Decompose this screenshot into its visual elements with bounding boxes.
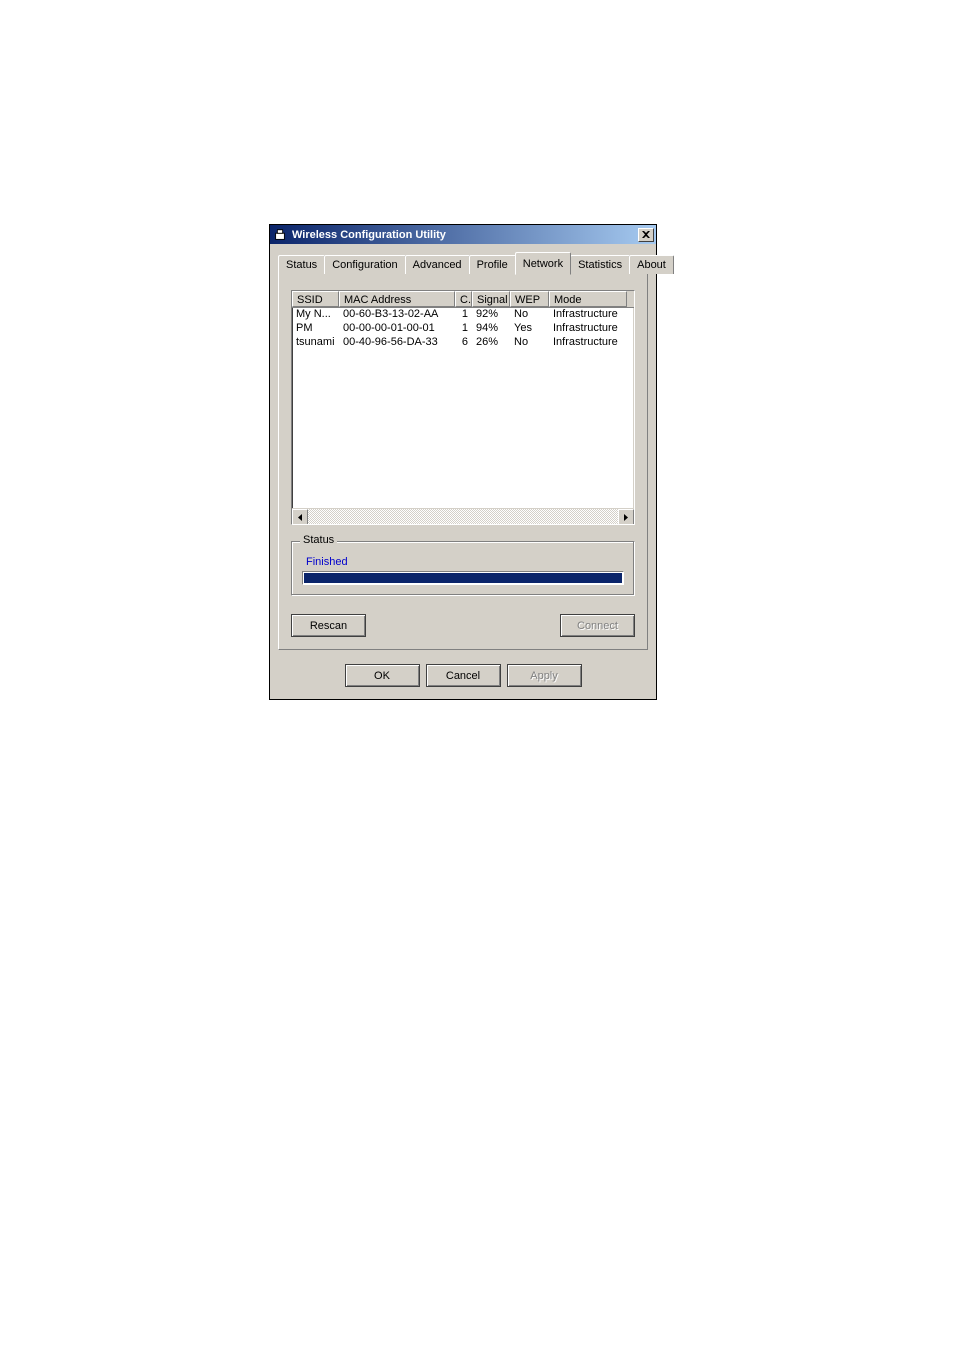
table-row[interactable]: PM 00-00-00-01-00-01 1 94% Yes Infrastru… <box>292 322 634 336</box>
tab-about[interactable]: About <box>629 255 674 274</box>
rescan-button[interactable]: Rescan <box>291 614 366 637</box>
close-button[interactable] <box>638 228 654 242</box>
wireless-config-dialog: Wireless Configuration Utility Status Co… <box>269 224 657 700</box>
listview-body: My N... 00-60-B3-13-02-AA 1 92% No Infra… <box>292 308 634 350</box>
tabstrip: Status Configuration Advanced Profile Ne… <box>278 252 648 274</box>
cell-ssid: PM <box>292 322 339 336</box>
cell-ssid: tsunami <box>292 336 339 350</box>
cell-wep: No <box>510 336 549 350</box>
listview-header: SSID MAC Address C. Signal WEP Mode <box>292 291 634 308</box>
cell-mac: 00-60-B3-13-02-AA <box>339 308 455 322</box>
tab-panel-network: SSID MAC Address C. Signal WEP Mode My N… <box>278 273 648 650</box>
cell-mac: 00-40-96-56-DA-33 <box>339 336 455 350</box>
column-header-ssid[interactable]: SSID <box>292 291 339 307</box>
column-header-signal[interactable]: Signal <box>472 291 510 307</box>
table-row[interactable]: My N... 00-60-B3-13-02-AA 1 92% No Infra… <box>292 308 634 322</box>
dialog-button-row: OK Cancel Apply <box>278 654 648 689</box>
connect-button[interactable]: Connect <box>560 614 635 637</box>
cell-c: 6 <box>455 336 472 350</box>
tab-advanced[interactable]: Advanced <box>405 255 470 274</box>
window-title: Wireless Configuration Utility <box>292 229 638 241</box>
app-icon <box>272 227 288 243</box>
cell-mode: Infrastructure <box>549 336 627 350</box>
cell-signal: 94% <box>472 322 510 336</box>
tab-configuration[interactable]: Configuration <box>324 255 405 274</box>
cell-ssid: My N... <box>292 308 339 322</box>
cancel-button[interactable]: Cancel <box>426 664 501 687</box>
tab-network[interactable]: Network <box>515 252 571 275</box>
scan-progress-bar <box>302 571 624 585</box>
panel-button-row: Rescan Connect <box>291 614 635 637</box>
titlebar[interactable]: Wireless Configuration Utility <box>270 225 656 244</box>
tab-status[interactable]: Status <box>278 255 325 274</box>
column-header-mac[interactable]: MAC Address <box>339 291 455 307</box>
tab-profile[interactable]: Profile <box>469 255 516 274</box>
cell-signal: 92% <box>472 308 510 322</box>
tab-statistics[interactable]: Statistics <box>570 255 630 274</box>
scroll-track[interactable] <box>308 509 618 524</box>
cell-wep: Yes <box>510 322 549 336</box>
cell-mode: Infrastructure <box>549 322 627 336</box>
cell-mac: 00-00-00-01-00-01 <box>339 322 455 336</box>
apply-button[interactable]: Apply <box>507 664 582 687</box>
status-text: Finished <box>306 556 624 568</box>
dialog-body: Status Configuration Advanced Profile Ne… <box>270 244 656 699</box>
status-groupbox: Status Finished <box>291 541 635 596</box>
network-listview[interactable]: SSID MAC Address C. Signal WEP Mode My N… <box>291 290 635 525</box>
cell-mode: Infrastructure <box>549 308 627 322</box>
table-row[interactable]: tsunami 00-40-96-56-DA-33 6 26% No Infra… <box>292 336 634 350</box>
ok-button[interactable]: OK <box>345 664 420 687</box>
column-header-mode[interactable]: Mode <box>549 291 627 307</box>
cell-signal: 26% <box>472 336 510 350</box>
cell-c: 1 <box>455 308 472 322</box>
status-group-label: Status <box>300 534 337 546</box>
scroll-right-button[interactable] <box>618 509 634 525</box>
progress-fill <box>304 573 622 583</box>
cell-c: 1 <box>455 322 472 336</box>
column-header-c[interactable]: C. <box>455 291 472 307</box>
cell-wep: No <box>510 308 549 322</box>
horizontal-scrollbar[interactable] <box>292 508 634 524</box>
column-header-wep[interactable]: WEP <box>510 291 549 307</box>
scroll-left-button[interactable] <box>292 509 308 525</box>
